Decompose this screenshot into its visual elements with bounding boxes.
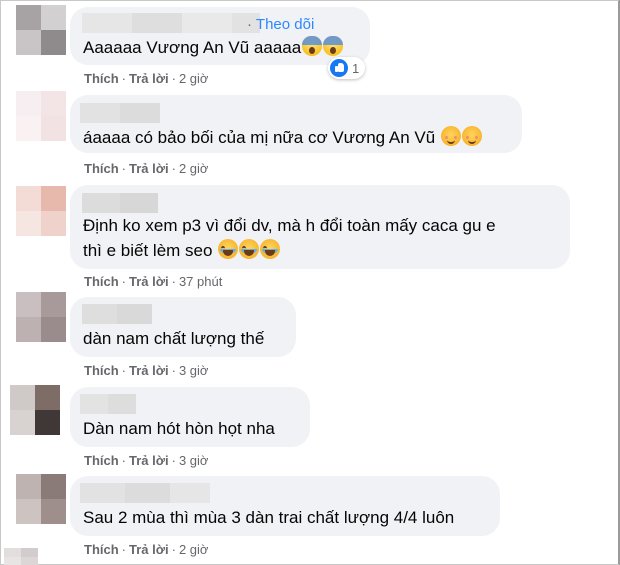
blurred-author-name[interactable] — [82, 304, 152, 324]
comment-time[interactable]: 37 phút — [179, 274, 222, 289]
comment-bubble: dàn nam chất lượng thế — [70, 297, 296, 357]
avatar[interactable] — [16, 474, 66, 524]
reaction-count-badge[interactable]: 1 — [328, 57, 366, 79]
reply-button[interactable]: Trả lời — [129, 453, 169, 468]
reply-button[interactable]: Trả lời — [129, 363, 169, 378]
blurred-author-name[interactable] — [80, 483, 210, 503]
laughing-emoji — [218, 239, 239, 259]
comment-actions: Thích · Trả lời · 2 giờ — [84, 542, 209, 557]
comment-bubble: áaaaa có bảo bối của mị nữa cơ Vương An … — [70, 95, 522, 153]
like-reaction-icon — [330, 59, 348, 77]
comment-actions: Thích · Trả lời · 37 phút — [84, 274, 223, 289]
smiling-emoji — [440, 126, 461, 146]
comment-text: Dàn nam hót hòn họt nha — [83, 419, 275, 438]
comment-text-line-1: Định ko xem p3 vì đổi dv, mà h đổi toàn … — [83, 216, 496, 235]
avatar[interactable] — [16, 5, 66, 55]
comment-text: áaaaa có bảo bối của mị nữa cơ Vương An … — [83, 125, 482, 151]
blurred-author-name[interactable] — [80, 394, 136, 414]
like-button[interactable]: Thích — [84, 453, 119, 468]
avatar[interactable] — [4, 548, 38, 565]
like-button[interactable]: Thích — [84, 161, 119, 176]
avatar[interactable] — [10, 385, 60, 435]
comment-text: Aaaaaa Vương An Vũ aaaaa — [83, 35, 344, 61]
comment-actions: Thích · Trả lời · 3 giờ — [84, 453, 209, 468]
like-button[interactable]: Thích — [84, 274, 119, 289]
reply-button[interactable]: Trả lời — [129, 71, 169, 86]
avatar[interactable] — [16, 292, 66, 342]
comment-actions: Thích · Trả lời · 2 giờ — [84, 161, 209, 176]
scream-emoji — [323, 36, 344, 56]
comment-bubble: Dàn nam hót hòn họt nha — [70, 387, 310, 447]
blurred-author-name[interactable] — [82, 13, 260, 33]
comment-actions: Thích · Trả lời · 2 giờ — [84, 71, 209, 86]
like-button[interactable]: Thích — [84, 363, 119, 378]
reply-button[interactable]: Trả lời — [129, 161, 169, 176]
comment-time[interactable]: 2 giờ — [179, 542, 209, 557]
comment-time[interactable]: 3 giờ — [179, 453, 209, 468]
blurred-author-name[interactable] — [80, 103, 160, 123]
smiling-emoji — [461, 126, 482, 146]
blurred-author-name[interactable] — [82, 193, 158, 213]
comment-time[interactable]: 2 giờ — [179, 161, 209, 176]
comment-text-line-2: thì e biết lèm seo — [83, 238, 281, 264]
comment-time[interactable]: 2 giờ — [179, 71, 209, 86]
avatar[interactable] — [16, 186, 66, 236]
reply-button[interactable]: Trả lời — [129, 542, 169, 557]
comment-text: Sau 2 mùa thì mùa 3 dàn trai chất lượng … — [83, 508, 455, 527]
avatar[interactable] — [16, 91, 66, 141]
comment-time[interactable]: 3 giờ — [179, 363, 209, 378]
scream-emoji — [302, 36, 323, 56]
comment-text: dàn nam chất lượng thế — [83, 329, 265, 348]
laughing-emoji — [260, 239, 281, 259]
comment-actions: Thích · Trả lời · 3 giờ — [84, 363, 209, 378]
comment-bubble: Định ko xem p3 vì đổi dv, mà h đổi toàn … — [70, 185, 570, 269]
comment-bubble: · Theo dõi Aaaaaa Vương An Vũ aaaaa — [70, 7, 370, 65]
like-button[interactable]: Thích — [84, 71, 119, 86]
reply-button[interactable]: Trả lời — [129, 274, 169, 289]
follow-link[interactable]: · Theo dõi — [247, 16, 314, 33]
like-button[interactable]: Thích — [84, 542, 119, 557]
laughing-emoji — [239, 239, 260, 259]
comment-bubble: Sau 2 mùa thì mùa 3 dàn trai chất lượng … — [70, 476, 500, 536]
